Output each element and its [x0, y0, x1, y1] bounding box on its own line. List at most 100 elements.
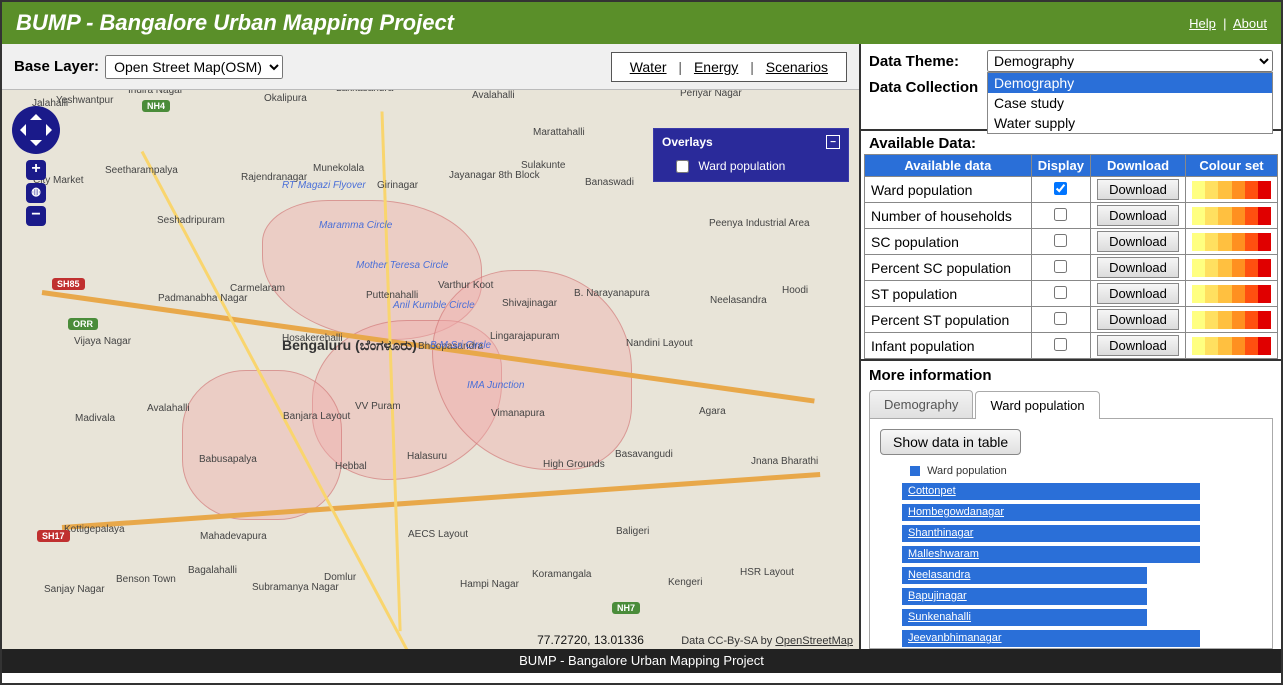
chart-bar-row: Jeevanbhimanagar — [902, 630, 1242, 647]
chart-bar[interactable]: Shanthinagar — [902, 525, 1200, 542]
zoom-out-button[interactable]: − — [26, 206, 46, 226]
col-colour-set: Colour set — [1186, 155, 1278, 177]
water-link[interactable]: Water — [630, 59, 667, 75]
ward-population-chart: Ward population Cottonpet Hombegowdanagar… — [880, 465, 1262, 647]
zoom-world-button[interactable]: ◍ — [26, 183, 46, 203]
download-button[interactable]: Download — [1097, 179, 1179, 200]
road-badge: ORR — [68, 318, 98, 330]
zoom-controls: + ◍ − — [26, 160, 60, 226]
base-layer-select[interactable]: Open Street Map(OSM) — [105, 55, 283, 79]
overlay-item[interactable]: Ward population — [676, 159, 785, 173]
chart-bar[interactable]: Jeevanbhimanagar — [902, 630, 1200, 647]
help-link[interactable]: Help — [1189, 16, 1216, 31]
download-button[interactable]: Download — [1097, 257, 1179, 278]
data-name-cell: Ward population — [865, 177, 1032, 203]
pan-west-button[interactable] — [14, 124, 26, 136]
display-checkbox[interactable] — [1054, 260, 1067, 273]
chart-bar[interactable]: Sunkenahalli — [902, 609, 1147, 626]
legend-label: Ward population — [927, 465, 1007, 477]
chart-bar-row: Malleshwaram — [902, 546, 1242, 563]
available-data-heading: Available Data: — [861, 131, 1281, 154]
map-attribution: Data CC-By-SA by OpenStreetMap — [681, 635, 853, 647]
legend-swatch-icon — [910, 466, 920, 476]
overlay-checkbox[interactable] — [676, 160, 689, 173]
tab-demography[interactable]: Demography — [869, 390, 973, 418]
data-name-cell: Percent SC population — [865, 255, 1032, 281]
theme-option-water-supply[interactable]: Water supply — [988, 113, 1272, 133]
app-header: BUMP - Bangalore Urban Mapping Project H… — [2, 2, 1281, 44]
osm-link[interactable]: OpenStreetMap — [775, 635, 853, 647]
zoom-in-button[interactable]: + — [26, 160, 46, 180]
tab-content: Show data in table Ward population Cotto… — [869, 419, 1273, 649]
chart-bar[interactable]: Neelasandra — [902, 567, 1147, 584]
energy-link[interactable]: Energy — [694, 59, 738, 75]
road-badge: NH7 — [612, 602, 640, 614]
more-info-section: More information Demography Ward populat… — [861, 359, 1281, 649]
scenarios-link[interactable]: Scenarios — [766, 59, 828, 75]
pan-south-button[interactable] — [30, 140, 42, 152]
chart-bar-row: Hombegowdanagar — [902, 504, 1242, 521]
overlays-minimize-button[interactable]: − — [826, 135, 840, 149]
color-ramp[interactable] — [1192, 207, 1271, 225]
col-available-data: Available data — [865, 155, 1032, 177]
table-row: Ward population Download — [865, 177, 1278, 203]
display-checkbox[interactable] — [1054, 312, 1067, 325]
display-checkbox[interactable] — [1054, 234, 1067, 247]
download-button[interactable]: Download — [1097, 309, 1179, 330]
color-ramp[interactable] — [1192, 337, 1271, 355]
show-data-table-button[interactable]: Show data in table — [880, 429, 1021, 455]
download-button[interactable]: Download — [1097, 283, 1179, 304]
table-row: Infant population Download — [865, 333, 1278, 359]
pan-compass — [12, 106, 60, 154]
col-display: Display — [1031, 155, 1090, 177]
app-title: BUMP - Bangalore Urban Mapping Project — [16, 10, 454, 36]
data-name-cell: SC population — [865, 229, 1032, 255]
table-row: Number of households Download — [865, 203, 1278, 229]
overlay-label: Ward population — [698, 159, 785, 173]
data-theme-select[interactable]: Demography — [987, 50, 1273, 72]
download-button[interactable]: Download — [1097, 335, 1179, 356]
download-button[interactable]: Download — [1097, 231, 1179, 252]
chart-bar[interactable]: Cottonpet — [902, 483, 1200, 500]
map-viewport[interactable]: JalahalliNagashettyhalliBhoopasandraGoku… — [2, 90, 859, 649]
color-ramp[interactable] — [1192, 285, 1271, 303]
theme-option-case-study[interactable]: Case study — [988, 93, 1272, 113]
road-badge: NH4 — [142, 100, 170, 112]
pan-north-button[interactable] — [30, 108, 42, 120]
chart-bar-row: Neelasandra — [902, 567, 1242, 584]
chart-bar[interactable]: Bapujinagar — [902, 588, 1147, 605]
filters-section: Data Theme: Demography Demography Case s… — [861, 44, 1281, 131]
chart-bar-row: Shanthinagar — [902, 525, 1242, 542]
download-button[interactable]: Download — [1097, 205, 1179, 226]
chart-bar[interactable]: Malleshwaram — [902, 546, 1200, 563]
tab-ward-population[interactable]: Ward population — [975, 391, 1099, 419]
theme-option-demography[interactable]: Demography — [988, 73, 1272, 93]
display-checkbox[interactable] — [1054, 208, 1067, 221]
map-nav-controls: + ◍ − — [12, 106, 60, 229]
chart-bar-row: Cottonpet — [902, 483, 1242, 500]
map-panel: Base Layer: Open Street Map(OSM) Water |… — [2, 44, 861, 649]
map-toolbar: Base Layer: Open Street Map(OSM) Water |… — [2, 44, 859, 90]
header-links: Help | About — [1189, 16, 1267, 31]
pan-east-button[interactable] — [46, 124, 58, 136]
table-row: SC population Download — [865, 229, 1278, 255]
display-checkbox[interactable] — [1054, 182, 1067, 195]
color-ramp[interactable] — [1192, 233, 1271, 251]
chart-bar-row: Sunkenahalli — [902, 609, 1242, 626]
data-name-cell: Number of households — [865, 203, 1032, 229]
display-checkbox[interactable] — [1054, 286, 1067, 299]
display-checkbox[interactable] — [1054, 338, 1067, 351]
about-link[interactable]: About — [1233, 16, 1267, 31]
chart-legend: Ward population — [910, 465, 1262, 477]
base-layer-label: Base Layer: — [14, 58, 99, 75]
color-ramp[interactable] — [1192, 181, 1271, 199]
chart-bar-row: Bapujinagar — [902, 588, 1242, 605]
color-ramp[interactable] — [1192, 311, 1271, 329]
data-name-cell: Infant population — [865, 333, 1032, 359]
data-name-cell: Percent ST population — [865, 307, 1032, 333]
overlays-panel: Overlays − Ward population — [653, 128, 849, 182]
chart-bar[interactable]: Hombegowdanagar — [902, 504, 1200, 521]
color-ramp[interactable] — [1192, 259, 1271, 277]
map-theme-links: Water | Energy | Scenarios — [611, 52, 847, 82]
road-badge: SH17 — [37, 530, 70, 542]
